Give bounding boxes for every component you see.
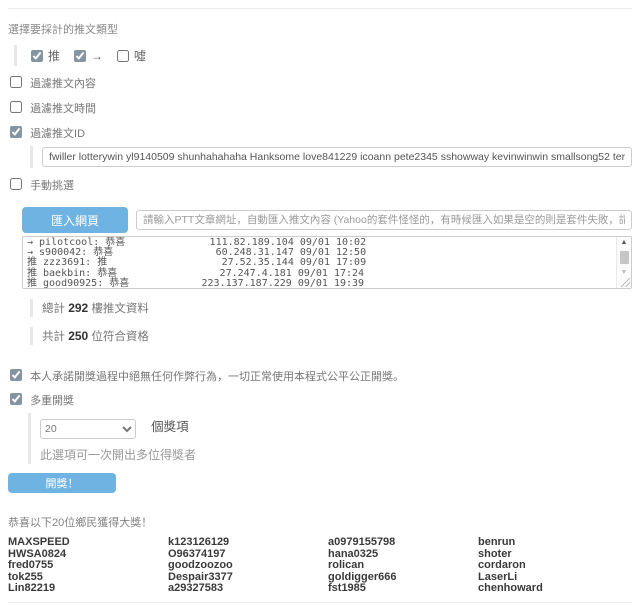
prize-count-select[interactable]: 20	[40, 419, 136, 439]
type-boo: 噓	[117, 47, 146, 64]
id-filter-block	[30, 146, 632, 168]
arrow-label: →	[91, 49, 103, 63]
qualified-count: 250	[68, 329, 88, 343]
prize-hint-text: 此選項可一次開出多位得獎者	[40, 446, 632, 463]
scroll-up-icon[interactable]: ▲	[617, 237, 631, 248]
winner-id: LaserLi	[478, 572, 632, 584]
filter-time-checkbox[interactable]	[10, 101, 22, 113]
boo-label: 噓	[134, 47, 146, 64]
type-arrow: →	[74, 49, 103, 63]
total-comments-stat: 總計 292 樓推文資料	[30, 299, 632, 317]
prize-count-block: 20 個獎項 此選項可一次開出多位得獎者	[28, 413, 632, 464]
winner-id: O96374197	[168, 549, 328, 561]
comments-text: → pilotcool: 恭喜 111.82.189.104 09/01 10:…	[23, 237, 631, 288]
manual-pick-row: 手動挑選	[10, 177, 632, 193]
winner-id: shoter	[478, 549, 632, 561]
winner-id: benrun	[478, 537, 632, 549]
multi-draw-label: 多重開獎	[30, 395, 74, 407]
prize-suffix-label: 個獎項	[151, 420, 189, 434]
manual-pick-label: 手動挑選	[30, 180, 74, 192]
filter-id-row: 過濾推文ID	[10, 125, 632, 141]
scroll-down-icon[interactable]: ▼	[617, 267, 631, 278]
filter-content-label: 過濾推文內容	[30, 78, 96, 90]
comment-type-row: 推 → 噓	[14, 45, 632, 66]
winner-id: fst1985	[328, 583, 478, 595]
draw-button[interactable]: 開獎！	[8, 473, 116, 493]
winner-id: chenhoward	[478, 583, 632, 595]
resize-grip-icon[interactable]	[621, 278, 630, 287]
qualified-prefix: 共計	[42, 331, 68, 343]
manual-pick-checkbox[interactable]	[10, 178, 22, 190]
winner-id: fred0755	[8, 560, 168, 572]
id-list-input[interactable]	[42, 147, 632, 167]
qualified-stat: 共計 250 位符合資格	[30, 327, 632, 345]
total-suffix: 樓推文資料	[88, 303, 149, 315]
winners-grid: MAXSPEED HWSA0824 fred0755 tok255 Lin822…	[8, 537, 632, 595]
multi-draw-checkbox[interactable]	[10, 393, 22, 405]
filter-content-row: 過濾推文內容	[10, 75, 632, 91]
winner-id: Lin82219	[8, 583, 168, 595]
push-label: 推	[48, 47, 60, 64]
filter-time-row: 過濾推文時間	[10, 100, 632, 116]
winner-id: goodzoozoo	[168, 560, 328, 572]
winner-id: a29327583	[168, 583, 328, 595]
import-webpage-button[interactable]: 匯入網頁	[22, 207, 128, 233]
total-prefix: 總計	[42, 303, 68, 315]
qualified-suffix: 位符合資格	[88, 331, 149, 343]
winner-id: k123126129	[168, 537, 328, 549]
lottery-tool-page: 選擇要採計的推文類型 推 → 噓 過濾推文內容 過濾推文時間 過濾推文ID 手動…	[0, 8, 640, 603]
winner-id: MAXSPEED	[8, 537, 168, 549]
fairness-promise-row: 本人承諾開獎過程中絕無任何作弊行為，一切正常使用本程式公平公正開獎。	[10, 368, 632, 384]
winner-id: tok255	[8, 572, 168, 584]
winners-title: 恭喜以下20位鄉民獲得大獎！	[8, 514, 632, 530]
import-row: 匯入網頁	[22, 207, 632, 233]
ptt-url-input[interactable]	[136, 210, 632, 230]
winner-id: a0979155798	[328, 537, 478, 549]
arrow-checkbox[interactable]	[74, 50, 86, 62]
filter-time-label: 過濾推文時間	[30, 103, 96, 115]
comments-textarea[interactable]: → pilotcool: 恭喜 111.82.189.104 09/01 10:…	[22, 236, 632, 289]
filter-id-label: 過濾推文ID	[30, 128, 85, 140]
scrollbar-thumb[interactable]	[620, 251, 629, 264]
winner-id: hana0325	[328, 549, 478, 561]
winner-id: Despair3377	[168, 572, 328, 584]
filter-content-checkbox[interactable]	[10, 76, 22, 88]
fairness-promise-label: 本人承諾開獎過程中絕無任何作弊行為，一切正常使用本程式公平公正開獎。	[30, 371, 404, 383]
winner-id: cordaron	[478, 560, 632, 572]
multi-draw-row: 多重開獎	[10, 392, 632, 408]
winner-id: goldigger666	[328, 572, 478, 584]
winner-id: HWSA0824	[8, 549, 168, 561]
type-push: 推	[31, 47, 60, 64]
comment-type-title: 選擇要採計的推文類型	[8, 21, 632, 37]
winner-id: rolican	[328, 560, 478, 572]
boo-checkbox[interactable]	[117, 50, 129, 62]
fairness-promise-checkbox[interactable]	[10, 369, 22, 381]
top-divider	[8, 8, 632, 9]
total-count: 292	[68, 301, 88, 315]
push-checkbox[interactable]	[31, 50, 43, 62]
filter-id-checkbox[interactable]	[10, 126, 22, 138]
